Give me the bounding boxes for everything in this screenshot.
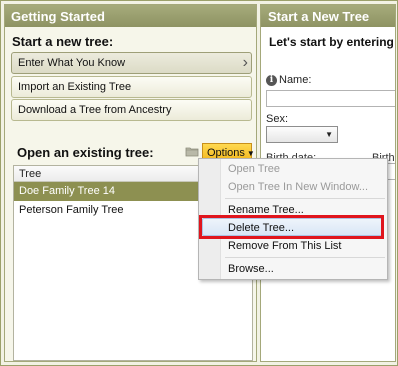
menu-item-browse[interactable]: Browse... [228, 263, 274, 275]
start-new-tree-header: Start a New Tree [261, 5, 395, 27]
menu-item-open-tree-new-window[interactable]: Open Tree In New Window... [228, 181, 368, 193]
download-tree-button[interactable]: Download a Tree from Ancestry [11, 99, 252, 121]
folder-icon[interactable] [185, 144, 199, 158]
sex-label: Sex: [266, 113, 289, 125]
dropdown-arrow-icon: ▼ [246, 149, 255, 158]
menu-separator [225, 257, 385, 258]
button-label: Import an Existing Tree [18, 81, 132, 93]
getting-started-header: Getting Started [5, 5, 256, 27]
name-label: Name: [279, 74, 312, 86]
start-new-tree-title: Start a new tree: [12, 34, 114, 49]
menu-item-remove-from-list[interactable]: Remove From This List [228, 240, 342, 252]
button-label: Enter What You Know [18, 57, 126, 69]
annotation-highlight-box [199, 215, 384, 239]
info-icon[interactable]: i [266, 75, 277, 86]
dropdown-arrow-icon: ▼ [325, 130, 333, 139]
menu-item-open-tree[interactable]: Open Tree [228, 163, 280, 175]
menu-separator [225, 198, 385, 199]
app-window: Getting Started Start a new tree: Enter … [0, 0, 398, 366]
sex-select[interactable]: ▼ [266, 126, 338, 143]
start-new-tree-subtitle: Let's start by entering w [269, 35, 396, 49]
chevron-right-icon: › [242, 54, 248, 71]
enter-what-you-know-button[interactable]: Enter What You Know › [11, 52, 252, 74]
button-label: Download a Tree from Ancestry [18, 104, 172, 116]
open-existing-tree-title: Open an existing tree: [17, 145, 154, 160]
name-input[interactable] [266, 90, 395, 107]
import-existing-tree-button[interactable]: Import an Existing Tree [11, 76, 252, 98]
